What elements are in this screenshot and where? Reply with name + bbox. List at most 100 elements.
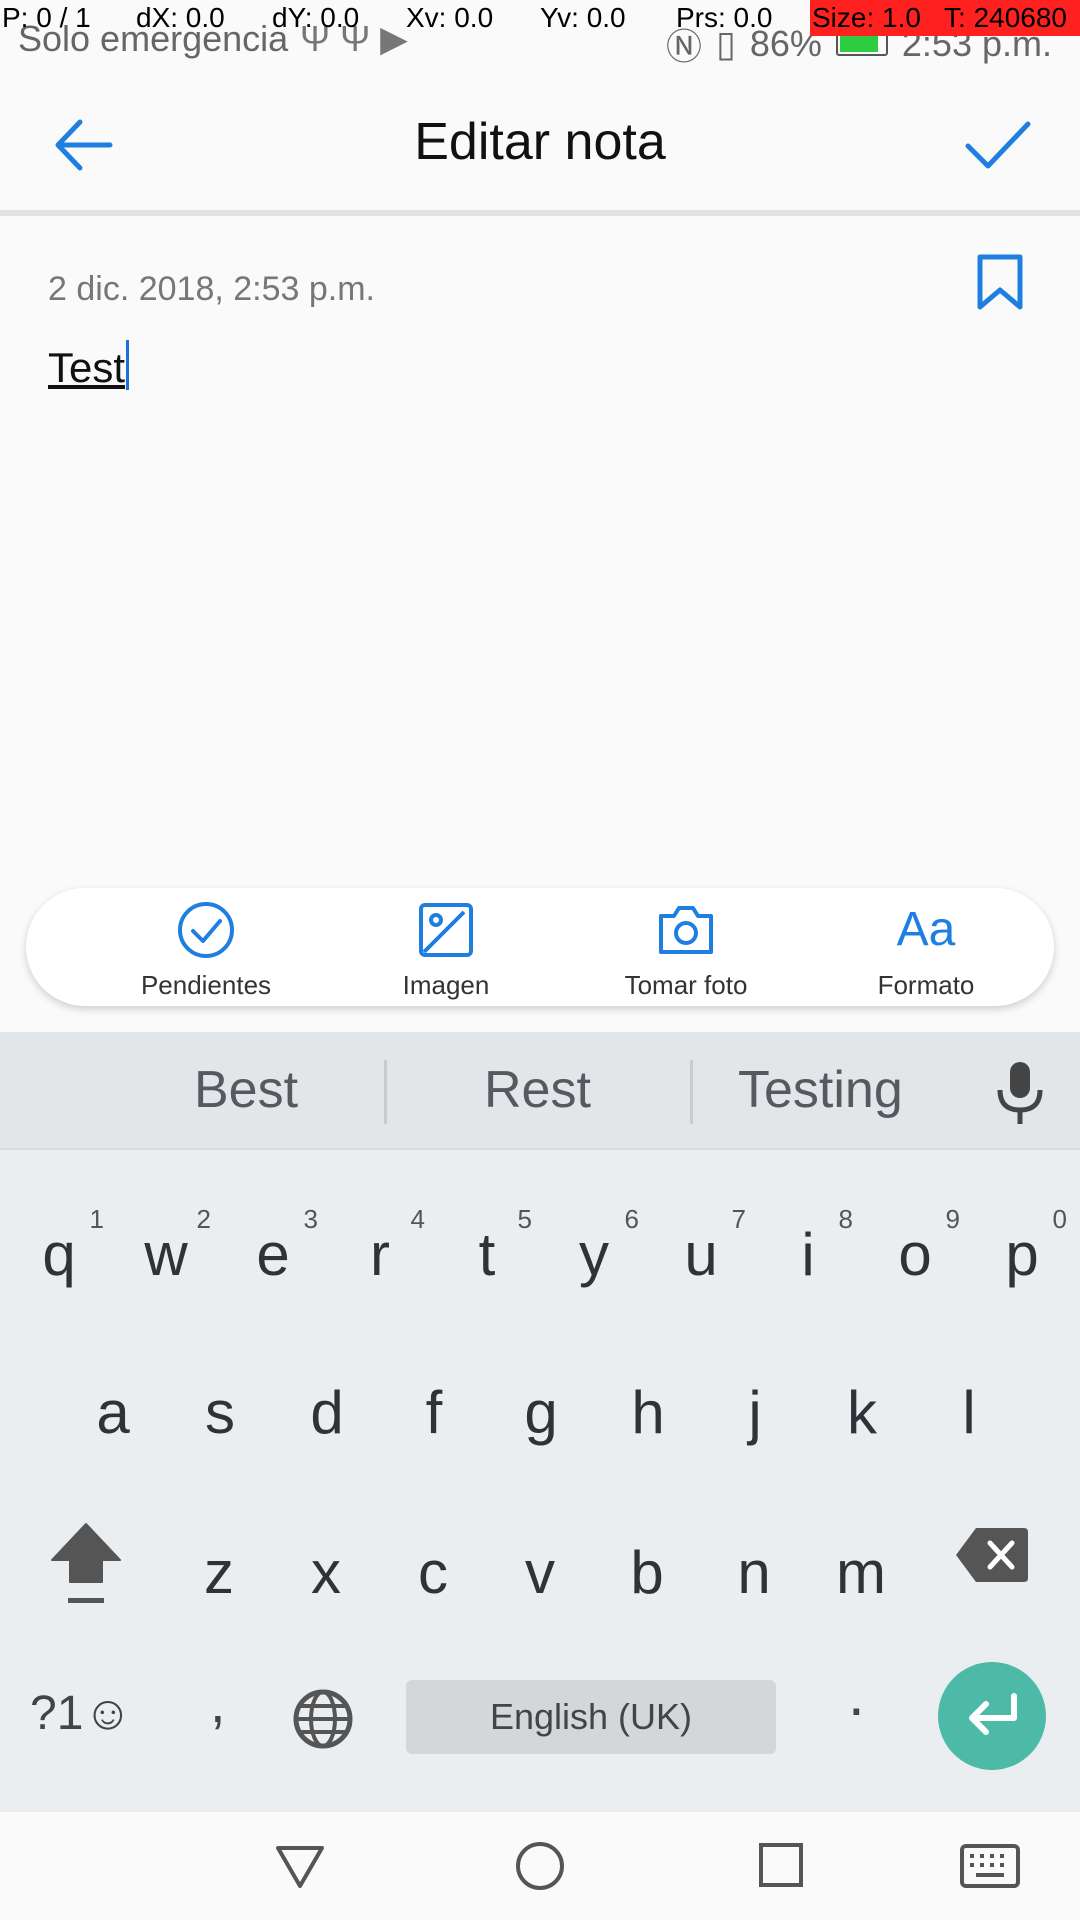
key-z[interactable]: z (166, 1500, 272, 1630)
format-text-icon: Aa (896, 903, 956, 956)
check-icon (965, 121, 1031, 169)
comma-key[interactable]: , (210, 1670, 226, 1735)
suggestion-2[interactable]: Rest (484, 1060, 591, 1120)
key-d[interactable]: d (274, 1340, 380, 1470)
key-t[interactable]: t5 (434, 1182, 540, 1312)
suggestion-strip: Best Rest Testing (0, 1032, 1080, 1150)
key-label: h (631, 1379, 665, 1446)
note-text-field[interactable]: Test (48, 340, 130, 392)
shift-key-icon[interactable] (48, 1518, 124, 1608)
divider (0, 210, 1080, 216)
enter-key[interactable] (938, 1662, 1046, 1770)
key-c[interactable]: c (380, 1500, 486, 1630)
overlay-p: P: 0 / 1 (2, 2, 91, 33)
save-button[interactable] (962, 110, 1034, 180)
checklist-button[interactable]: Pendientes (106, 888, 306, 1006)
key-v[interactable]: v (487, 1500, 593, 1630)
key-x[interactable]: x (273, 1500, 379, 1630)
key-q[interactable]: q1 (6, 1182, 112, 1312)
key-number-hint: 7 (731, 1204, 746, 1234)
key-l[interactable]: l (916, 1340, 1022, 1470)
overlay-dy: dY: 0.0 (272, 2, 360, 33)
suggestion-3[interactable]: Testing (738, 1060, 903, 1120)
key-b[interactable]: b (594, 1500, 700, 1630)
key-s[interactable]: s (167, 1340, 273, 1470)
key-g[interactable]: g (488, 1340, 594, 1470)
text-cursor (126, 340, 130, 390)
microphone-icon[interactable] (990, 1058, 1050, 1128)
key-number-hint: 5 (517, 1204, 532, 1234)
suggestion-divider (690, 1060, 693, 1124)
globe-icon[interactable] (292, 1688, 354, 1750)
key-number-hint: 3 (303, 1204, 318, 1234)
app-bar: Editar nota (0, 74, 1080, 212)
key-label: b (630, 1539, 664, 1606)
key-number-hint: 0 (1052, 1204, 1067, 1234)
key-a[interactable]: a (60, 1340, 166, 1470)
enter-icon (969, 1693, 1017, 1735)
recents-square-icon[interactable] (758, 1842, 804, 1888)
overlay-size: Size: 1.0 (810, 0, 930, 36)
suggestion-1[interactable]: Best (194, 1060, 298, 1120)
image-button[interactable]: Imagen (346, 888, 546, 1006)
key-n[interactable]: n (701, 1500, 807, 1630)
image-label: Imagen (402, 970, 490, 1000)
home-circle-icon[interactable] (514, 1840, 566, 1892)
key-o[interactable]: o9 (862, 1182, 968, 1312)
key-label: l (962, 1379, 976, 1446)
back-triangle-icon[interactable] (274, 1842, 326, 1890)
key-p[interactable]: p0 (969, 1182, 1075, 1312)
navigation-bar (0, 1812, 1080, 1920)
pointer-location-overlay: P: 0 / 1 dX: 0.0 dY: 0.0 Xv: 0.0 Yv: 0.0… (0, 0, 1080, 36)
key-label: m (836, 1539, 886, 1606)
key-number-hint: 6 (624, 1204, 639, 1234)
key-label: z (204, 1539, 234, 1606)
screen: Solo emergencia Ψ Ψ ▶ Ⓝ ▯ 86% 2:53 p.m. … (0, 0, 1080, 1920)
checklist-label: Pendientes (140, 970, 272, 1000)
key-r[interactable]: r4 (327, 1182, 433, 1312)
key-w[interactable]: w2 (113, 1182, 219, 1312)
overlay-xv: Xv: 0.0 (406, 2, 494, 33)
keyboard-switch-icon[interactable] (960, 1844, 1020, 1888)
key-number-hint: 2 (196, 1204, 211, 1234)
page-title: Editar nota (414, 113, 666, 171)
key-number-hint: 9 (945, 1204, 960, 1234)
image-icon (419, 903, 473, 957)
period-key[interactable]: . (848, 1660, 865, 1729)
key-k[interactable]: k (809, 1340, 915, 1470)
key-label: a (96, 1379, 130, 1446)
overlay-dx: dX: 0.0 (136, 2, 225, 33)
bookmark-button[interactable] (976, 254, 1024, 310)
key-e[interactable]: e3 (220, 1182, 326, 1312)
checklist-circle-icon (178, 902, 234, 958)
symbols-key[interactable]: ?1☺ (30, 1686, 132, 1741)
suggestion-divider (384, 1060, 387, 1124)
key-label: s (205, 1379, 235, 1446)
camera-icon (659, 906, 713, 954)
key-f[interactable]: f (381, 1340, 487, 1470)
overlay-prs: Prs: 0.0 (676, 2, 773, 33)
space-key[interactable]: English (UK) (406, 1680, 776, 1754)
overlay-t: T: 240680 (930, 0, 1080, 36)
format-button[interactable]: Aa Formato (826, 888, 1026, 1006)
key-i[interactable]: i8 (755, 1182, 861, 1312)
key-label: d (310, 1379, 344, 1446)
key-u[interactable]: u7 (648, 1182, 754, 1312)
format-label: Formato (877, 970, 975, 1000)
key-number-hint: 4 (410, 1204, 425, 1234)
key-label: j (748, 1379, 762, 1446)
key-label: c (418, 1539, 448, 1606)
key-h[interactable]: h (595, 1340, 701, 1470)
key-label: k (847, 1379, 877, 1446)
key-y[interactable]: y6 (541, 1182, 647, 1312)
key-j[interactable]: j (702, 1340, 808, 1470)
note-date: 2 dic. 2018, 2:53 p.m. (48, 270, 375, 308)
backspace-key-icon[interactable] (954, 1526, 1030, 1584)
take-photo-button[interactable]: Tomar foto (586, 888, 786, 1006)
key-label: n (737, 1539, 771, 1606)
bookmark-icon (977, 254, 1023, 310)
key-m[interactable]: m (808, 1500, 914, 1630)
key-label: g (524, 1379, 558, 1446)
key-number-hint: 8 (838, 1204, 853, 1234)
note-text: Test (48, 344, 126, 391)
